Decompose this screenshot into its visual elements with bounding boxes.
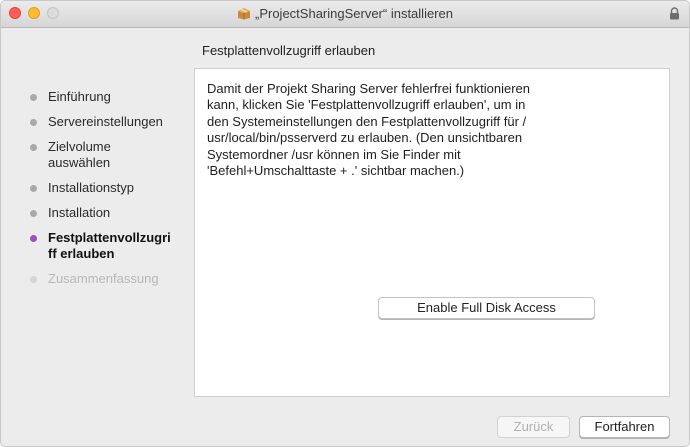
window-title-area: „ProjectSharingServer“ installieren — [1, 6, 689, 24]
instruction-line: Damit der Projekt Sharing Server fehlerf… — [207, 81, 530, 96]
step-bullet-icon — [30, 119, 37, 126]
instruction-line: Systemordner /usr können im Sie Finder m… — [207, 146, 461, 162]
step-item: Einführung — [30, 89, 190, 105]
step-label: Installationstyp — [48, 180, 134, 195]
step-label: Zielvolume — [48, 139, 111, 154]
instruction-line: 'Befehl+Umschalttaste + .' sichtbar mach… — [207, 163, 465, 179]
step-label: ff erlauben — [48, 246, 115, 261]
step-label: Einführung — [48, 89, 111, 104]
step-label: Servereinstellungen — [48, 114, 163, 129]
enable-full-disk-access-button[interactable]: Enable Full Disk Access — [378, 297, 595, 319]
step-item: Installation — [30, 205, 190, 221]
step-item: Festplattenvollzugri ff erlauben — [30, 230, 190, 262]
step-bullet-icon — [30, 94, 37, 101]
lock-icon[interactable] — [669, 7, 680, 25]
step-item: Zielvolume auswählen — [30, 139, 190, 171]
step-item: Servereinstellungen — [30, 114, 190, 130]
step-bullet-icon — [30, 144, 37, 151]
instruction-line: usr/local/bin/psserverd zu erlauben. (De… — [207, 130, 523, 146]
step-label: auswählen — [48, 155, 111, 170]
page-title: Festplattenvollzugriff erlauben — [202, 43, 376, 58]
step-bullet-icon — [30, 210, 37, 217]
step-label: Installation — [48, 205, 111, 220]
step-bullet-icon — [30, 185, 37, 192]
installer-window: „ProjectSharingServer“ installieren Fest… — [0, 0, 690, 447]
step-label: Zusammenfassung — [48, 271, 159, 286]
content-panel: Damit der Projekt Sharing Server fehlerf… — [194, 68, 670, 397]
step-bullet-icon — [30, 276, 37, 283]
installer-steps-list: Einführung Servereinstellungen Zielvolume a… — [30, 89, 190, 296]
step-bullet-icon — [30, 235, 37, 242]
instruction-text: Damit der Projekt Sharing Server fehlerf… — [207, 81, 607, 179]
continue-button[interactable]: Fortfahren — [579, 416, 670, 438]
step-label: Festplattenvollzugri — [48, 230, 171, 245]
instruction-line: kann, klicken Sie 'Festplattenvollzugrif… — [207, 97, 526, 113]
step-item: Installationstyp — [30, 180, 190, 196]
instruction-line: den Systemeinstellungen den Festplattenv… — [207, 113, 527, 129]
back-button[interactable]: Zurück — [497, 416, 570, 438]
step-item: Zusammenfassung — [30, 271, 190, 287]
title-bar: „ProjectSharingServer“ installieren — [1, 1, 689, 28]
window-title: „ProjectSharingServer“ installieren — [255, 6, 453, 21]
package-icon — [237, 7, 251, 24]
